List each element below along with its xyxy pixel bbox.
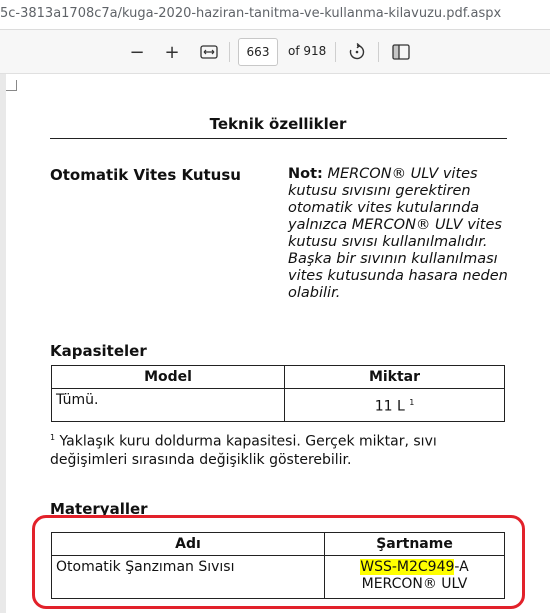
rotate-button[interactable] [346, 41, 368, 63]
rotate-icon [349, 43, 365, 60]
zoom-in-button[interactable]: + [161, 41, 183, 63]
page-total-label: of 918 [288, 44, 327, 58]
toolbar-divider [335, 42, 336, 62]
page-view-button[interactable] [390, 41, 412, 63]
fit-width-icon [200, 45, 218, 59]
amount-value: 11 L [374, 398, 405, 415]
cell-model: Tümü. [51, 388, 285, 422]
gearbox-heading: Otomatik Vites Kutusu [50, 166, 241, 184]
pdf-toolbar: − + of 918 [0, 30, 550, 74]
note-text: MERCON® ULV vites kutusu sıvısını gerekt… [288, 166, 508, 301]
footnote-number: 1 [50, 433, 56, 442]
pdf-page: Teknik özellikler Otomatik Vites Kutusu … [6, 74, 550, 613]
toolbar-divider [229, 42, 230, 62]
page-title: Teknik özellikler [209, 115, 347, 133]
column-header-model: Model [51, 365, 285, 389]
address-bar-url[interactable]: 5c-3813a1708c7a/kuga-2020-haziran-tanitm… [0, 6, 501, 21]
footnote-text: Yaklaşık kuru doldurma kapasitesi. Gerçe… [50, 433, 437, 468]
note-label: Not: [288, 166, 323, 182]
annotation-highlight-box [32, 515, 525, 609]
page-corner-mark [6, 80, 17, 91]
table-row: Tümü. 11 L 1 [51, 388, 505, 422]
two-page-view-icon [392, 44, 410, 60]
fit-to-width-button[interactable] [198, 41, 220, 63]
column-header-amount: Miktar [284, 365, 505, 389]
zoom-out-button[interactable]: − [126, 41, 148, 63]
note-block: Not: MERCON® ULV vites kutusu sıvısını g… [288, 166, 510, 302]
page-number-input[interactable] [238, 38, 278, 66]
title-divider [50, 138, 507, 139]
footnote: 1 Yaklaşık kuru doldurma kapasitesi. Ger… [50, 429, 510, 469]
cell-amount: 11 L 1 [284, 388, 505, 422]
capacities-table: Model Miktar Tümü. 11 L 1 [51, 365, 505, 422]
table-header-row: Model Miktar [51, 365, 505, 389]
toolbar-divider [378, 42, 379, 62]
footnote-ref: 1 [409, 398, 415, 407]
address-bar[interactable]: 5c-3813a1708c7a/kuga-2020-haziran-tanitm… [0, 0, 550, 30]
capacities-heading: Kapasiteler [50, 342, 147, 360]
